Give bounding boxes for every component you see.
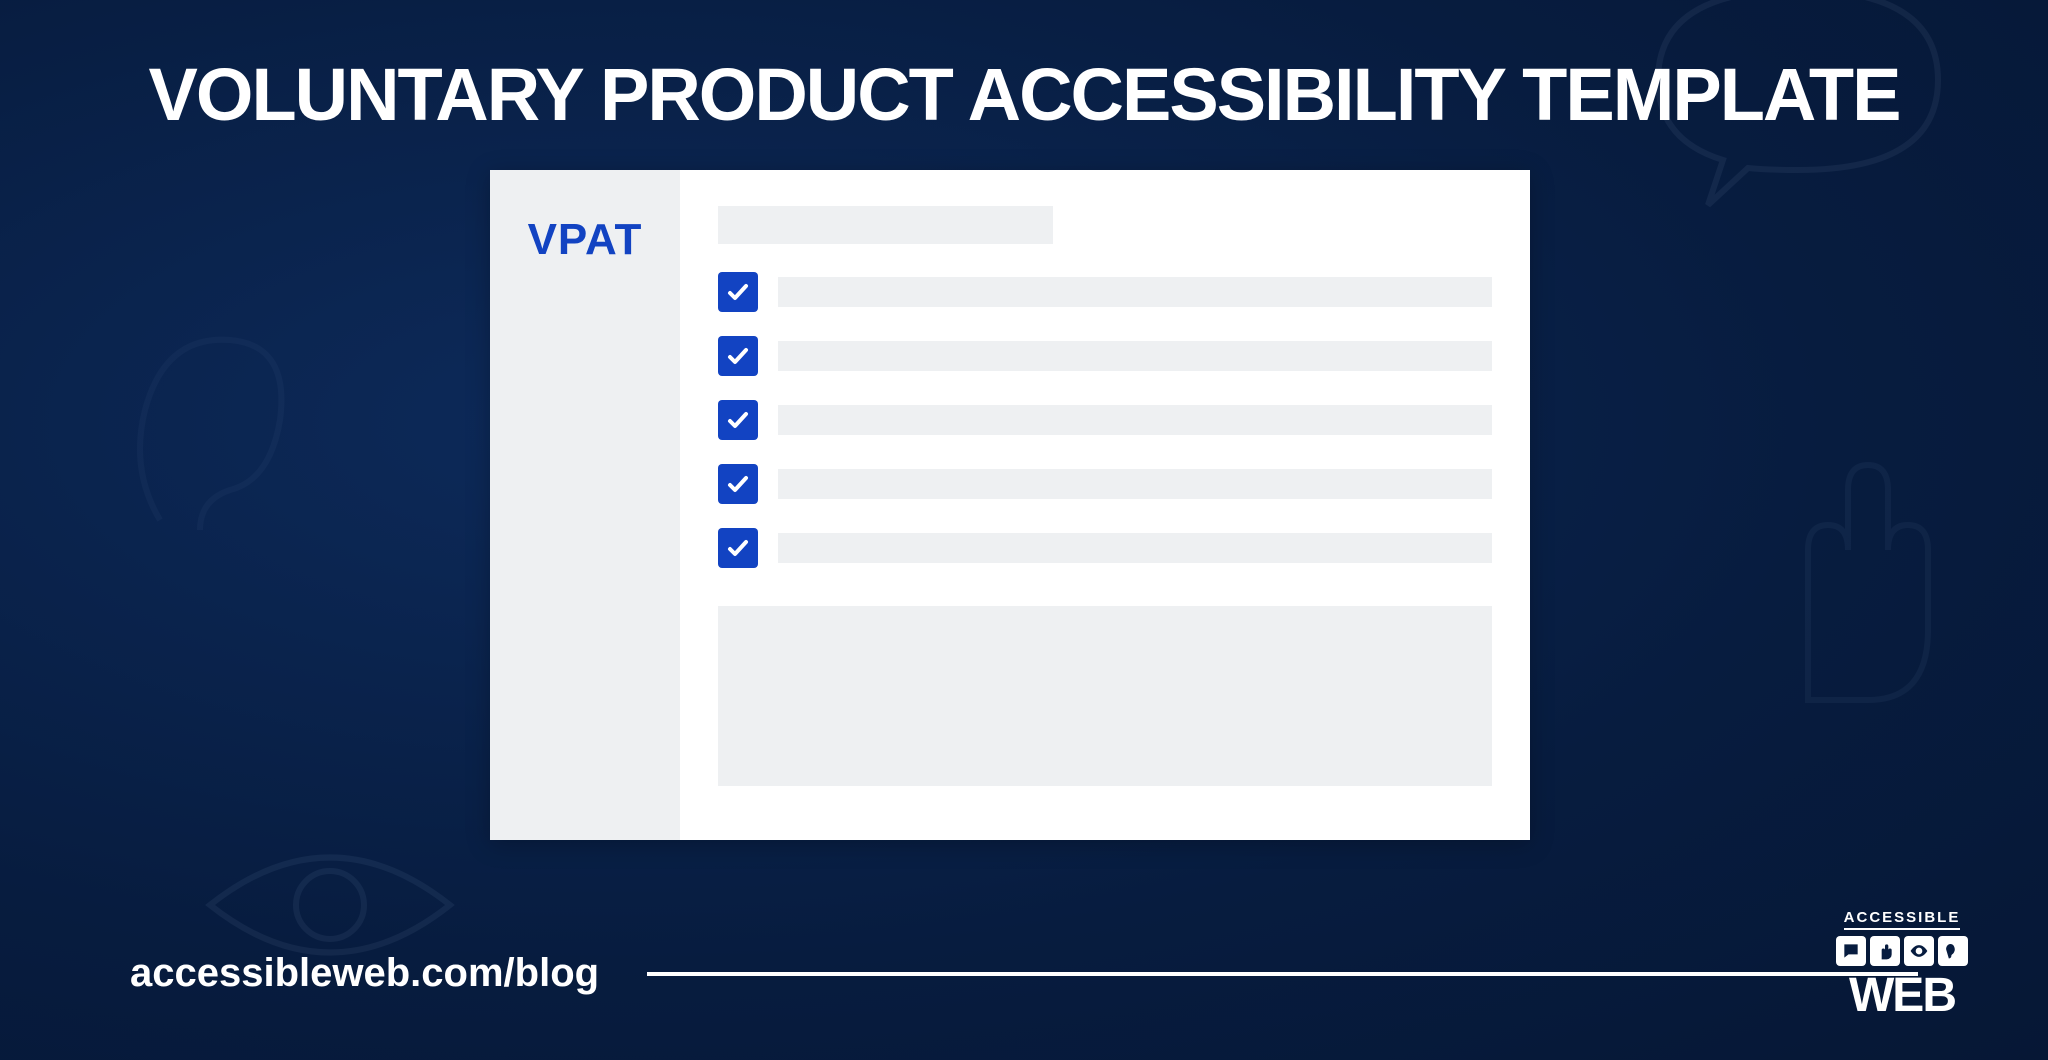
vpat-title-placeholder bbox=[718, 206, 1053, 244]
decorative-ear-icon bbox=[120, 320, 300, 540]
vpat-sidebar: VPAT bbox=[490, 170, 680, 840]
vpat-row-placeholder bbox=[778, 533, 1492, 563]
vpat-checklist-row bbox=[718, 336, 1492, 376]
page-title: VOLUNTARY PRODUCT ACCESSIBILITY TEMPLATE bbox=[0, 52, 2048, 137]
checkbox-checked-icon bbox=[718, 464, 758, 504]
brand-top-word: ACCESSIBLE bbox=[1844, 909, 1961, 930]
footer-divider bbox=[647, 972, 1918, 976]
vpat-checklist-row bbox=[718, 528, 1492, 568]
brand-hand-icon bbox=[1870, 936, 1900, 966]
brand-eye-icon bbox=[1904, 936, 1934, 966]
vpat-row-placeholder bbox=[778, 469, 1492, 499]
checkbox-checked-icon bbox=[718, 272, 758, 312]
footer: accessibleweb.com/blog bbox=[130, 951, 1918, 996]
decorative-hand-icon bbox=[1748, 430, 1988, 710]
vpat-row-placeholder bbox=[778, 405, 1492, 435]
footer-url: accessibleweb.com/blog bbox=[130, 951, 599, 996]
brand-ear-icon bbox=[1938, 936, 1968, 966]
checkbox-checked-icon bbox=[718, 336, 758, 376]
checkbox-checked-icon bbox=[718, 528, 758, 568]
brand-speech-icon bbox=[1836, 936, 1866, 966]
vpat-row-placeholder bbox=[778, 277, 1492, 307]
vpat-checklist-row bbox=[718, 464, 1492, 504]
brand-icon-row bbox=[1836, 936, 1968, 966]
vpat-main bbox=[680, 170, 1530, 840]
checkbox-checked-icon bbox=[718, 400, 758, 440]
vpat-sidebar-label: VPAT bbox=[490, 215, 680, 265]
vpat-checklist-row bbox=[718, 400, 1492, 440]
vpat-document-mock: VPAT bbox=[490, 170, 1530, 840]
vpat-row-placeholder bbox=[778, 341, 1492, 371]
vpat-content-placeholder bbox=[718, 606, 1492, 786]
brand-main-word: WEB bbox=[1849, 972, 1955, 1020]
brand-logo: ACCESSIBLE WEB bbox=[1836, 909, 1968, 1020]
vpat-checklist-row bbox=[718, 272, 1492, 312]
